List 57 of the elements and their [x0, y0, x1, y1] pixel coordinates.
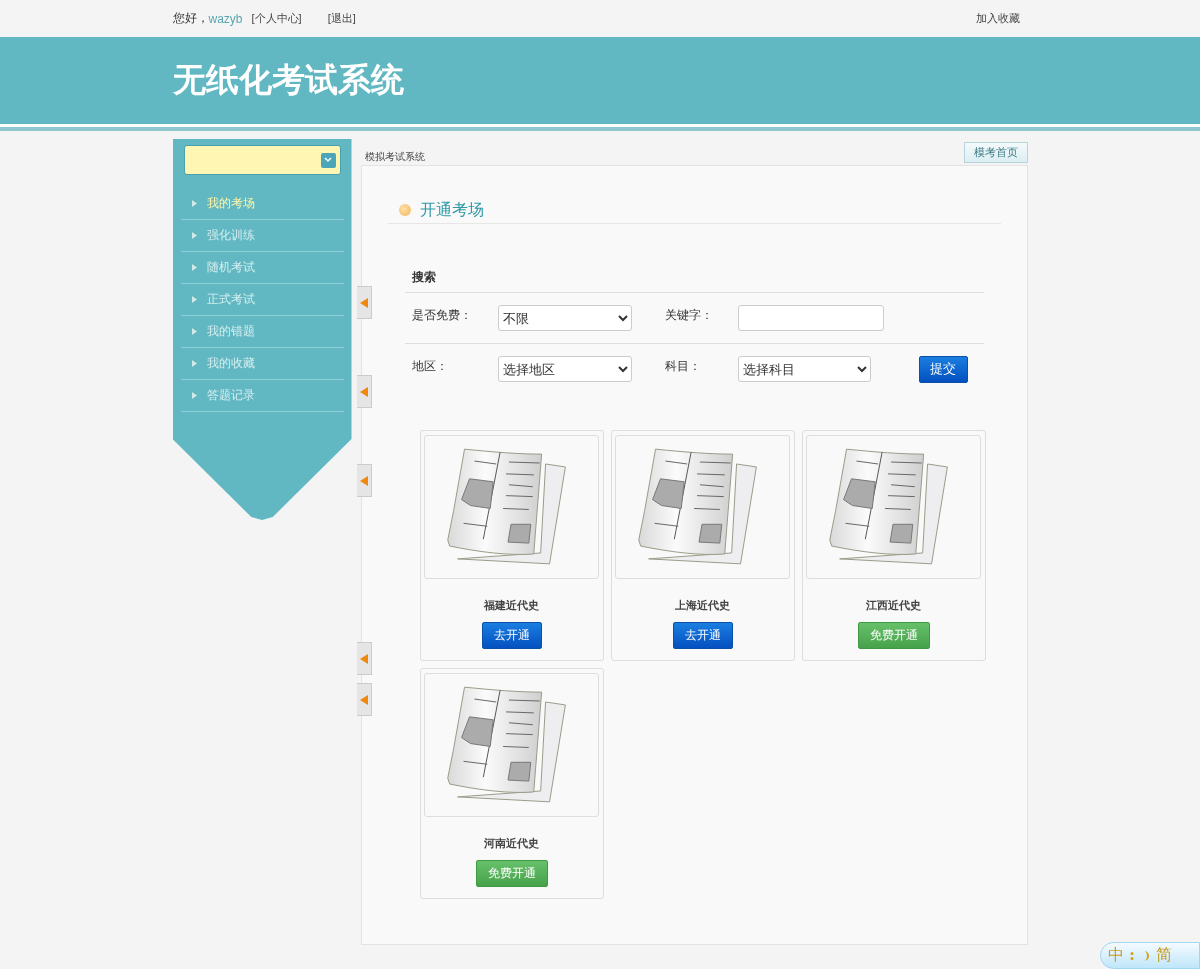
open-button[interactable]: 免费开通 — [475, 860, 548, 887]
caret-icon — [359, 386, 368, 397]
field-label: 地区： — [411, 357, 449, 375]
collapse-tab[interactable] — [356, 642, 372, 675]
collapse-tab[interactable] — [356, 375, 372, 408]
caret-icon — [359, 694, 368, 705]
collapse-tab[interactable] — [356, 464, 372, 497]
username-link[interactable]: wazyb — [208, 11, 243, 26]
caret-icon — [359, 297, 368, 308]
arrow-icon — [191, 360, 197, 367]
field-label: 科目： — [664, 357, 702, 375]
course-title: 河南近代史 — [484, 836, 539, 851]
submit-button[interactable]: 提交 — [918, 355, 968, 383]
top-link[interactable]: [退出] — [327, 11, 356, 26]
breadcrumb: 模拟考试系统 — [364, 150, 425, 164]
greeting-text: 您好， — [172, 10, 209, 25]
open-button[interactable]: 去开通 — [672, 622, 733, 649]
menu-item[interactable]: 正式考试 — [180, 284, 344, 316]
arrow-icon — [191, 264, 197, 271]
arrow-icon — [191, 296, 197, 303]
menu-item[interactable]: 我的收藏 — [180, 348, 344, 380]
keyword-field[interactable] — [737, 305, 884, 331]
top-link[interactable]: [个人中心] — [251, 11, 302, 26]
menu-item[interactable]: 我的错题 — [180, 316, 344, 348]
menu-item[interactable]: 我的考场 — [180, 188, 344, 220]
menu-item[interactable]: 强化训练 — [180, 220, 344, 252]
open-button[interactable]: 去开通 — [481, 622, 542, 649]
site-title: 无纸化考试系统 — [172, 60, 404, 100]
bookmark-link[interactable]: 加入收藏 — [975, 11, 1020, 26]
collapse-tab[interactable] — [356, 683, 372, 716]
caret-icon — [359, 653, 368, 664]
punctuation-icon[interactable] — [1130, 951, 1134, 960]
bullet-icon — [398, 204, 411, 216]
region-select[interactable]: 选择地区 — [497, 356, 632, 382]
course-title: 江西近代史 — [866, 598, 921, 613]
course-title: 上海近代史 — [675, 598, 730, 613]
arrow-icon — [191, 200, 197, 207]
arrow-icon — [191, 328, 197, 335]
open-button[interactable]: 免费开通 — [857, 622, 930, 649]
collapse-tab[interactable] — [356, 286, 372, 319]
script-toggle[interactable]: 简 — [1156, 945, 1172, 966]
field-label: 关键字： — [664, 306, 714, 324]
free-select[interactable]: 不限 — [497, 305, 632, 331]
menu-item[interactable]: 随机考试 — [180, 252, 344, 284]
menu-item[interactable]: 答题记录 — [180, 380, 344, 412]
input-mode-toggle[interactable]: 中 — [1108, 945, 1124, 966]
arrow-icon — [191, 392, 197, 399]
sidebar-select[interactable] — [183, 145, 341, 175]
home-button[interactable]: 模考首页 — [963, 142, 1028, 163]
arrow-icon — [191, 232, 197, 239]
section-title: 开通考场 — [419, 199, 484, 220]
subject-select[interactable]: 选择科目 — [737, 356, 871, 382]
field-label: 是否免费： — [411, 306, 473, 324]
course-title: 福建近代史 — [484, 598, 539, 613]
dropdown-icon — [320, 152, 336, 168]
search-heading: 搜索 — [404, 262, 984, 293]
caret-icon — [359, 475, 368, 486]
